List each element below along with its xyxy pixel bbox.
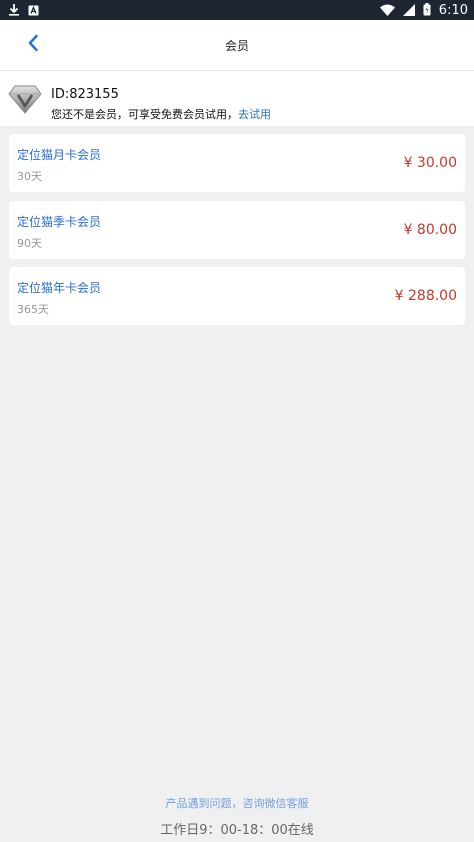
plan-card-monthly[interactable]: 定位猫月卡会员 30天 ¥ 30.00 xyxy=(9,134,465,192)
member-info: ID:823155 您还不是会员，可享受免费会员试用，去试用 xyxy=(0,71,474,126)
page-title: 会员 xyxy=(224,38,249,53)
status-time: 6:10 xyxy=(438,2,468,18)
wechat-support-link[interactable]: 产品遇到问题，咨询微信客服 xyxy=(0,795,474,811)
app-bar: 会员 xyxy=(0,20,474,71)
signal-icon xyxy=(402,1,415,20)
download-icon xyxy=(8,1,20,20)
chevron-left-icon xyxy=(27,34,39,56)
plan-price: ¥ 80.00 xyxy=(403,221,457,238)
plan-duration: 30天 xyxy=(17,170,42,183)
support-hours: 工作日9：00-18：00在线 xyxy=(160,823,314,838)
plan-price: ¥ 30.00 xyxy=(403,155,457,171)
member-id: ID:823155 xyxy=(51,87,119,102)
plan-name: 定位猫月卡会员 xyxy=(17,148,102,162)
plan-name: 定位猫年卡会员 xyxy=(17,281,102,295)
footer: 产品遇到问题，咨询微信客服 工作日9：00-18：00在线 xyxy=(0,795,474,838)
plan-name: 定位猫季卡会员 xyxy=(17,214,102,229)
member-status-text: 您还不是会员，可享受免费会员试用， xyxy=(51,108,238,121)
plan-card-quarterly[interactable]: 定位猫季卡会员 90天 ¥ 80.00 xyxy=(9,200,465,259)
member-status-line: 您还不是会员，可享受免费会员试用，去试用 xyxy=(51,106,271,122)
battery-icon xyxy=(423,1,431,20)
plan-card-yearly[interactable]: 定位猫年卡会员 365天 ¥ 288.00 xyxy=(9,267,465,325)
wifi-icon xyxy=(379,1,395,20)
plan-price: ¥ 288.00 xyxy=(394,288,457,304)
diamond-v-icon xyxy=(8,83,42,115)
notification-a-icon xyxy=(28,1,39,20)
plan-duration: 365天 xyxy=(17,303,49,316)
membership-plan-list: 定位猫月卡会员 30天 ¥ 30.00 定位猫季卡会员 90天 ¥ 80.00 … xyxy=(9,134,465,334)
plan-duration: 90天 xyxy=(17,236,42,250)
back-button[interactable] xyxy=(20,32,46,58)
status-bar: 6:10 xyxy=(0,0,474,20)
free-trial-link[interactable]: 去试用 xyxy=(238,108,271,121)
